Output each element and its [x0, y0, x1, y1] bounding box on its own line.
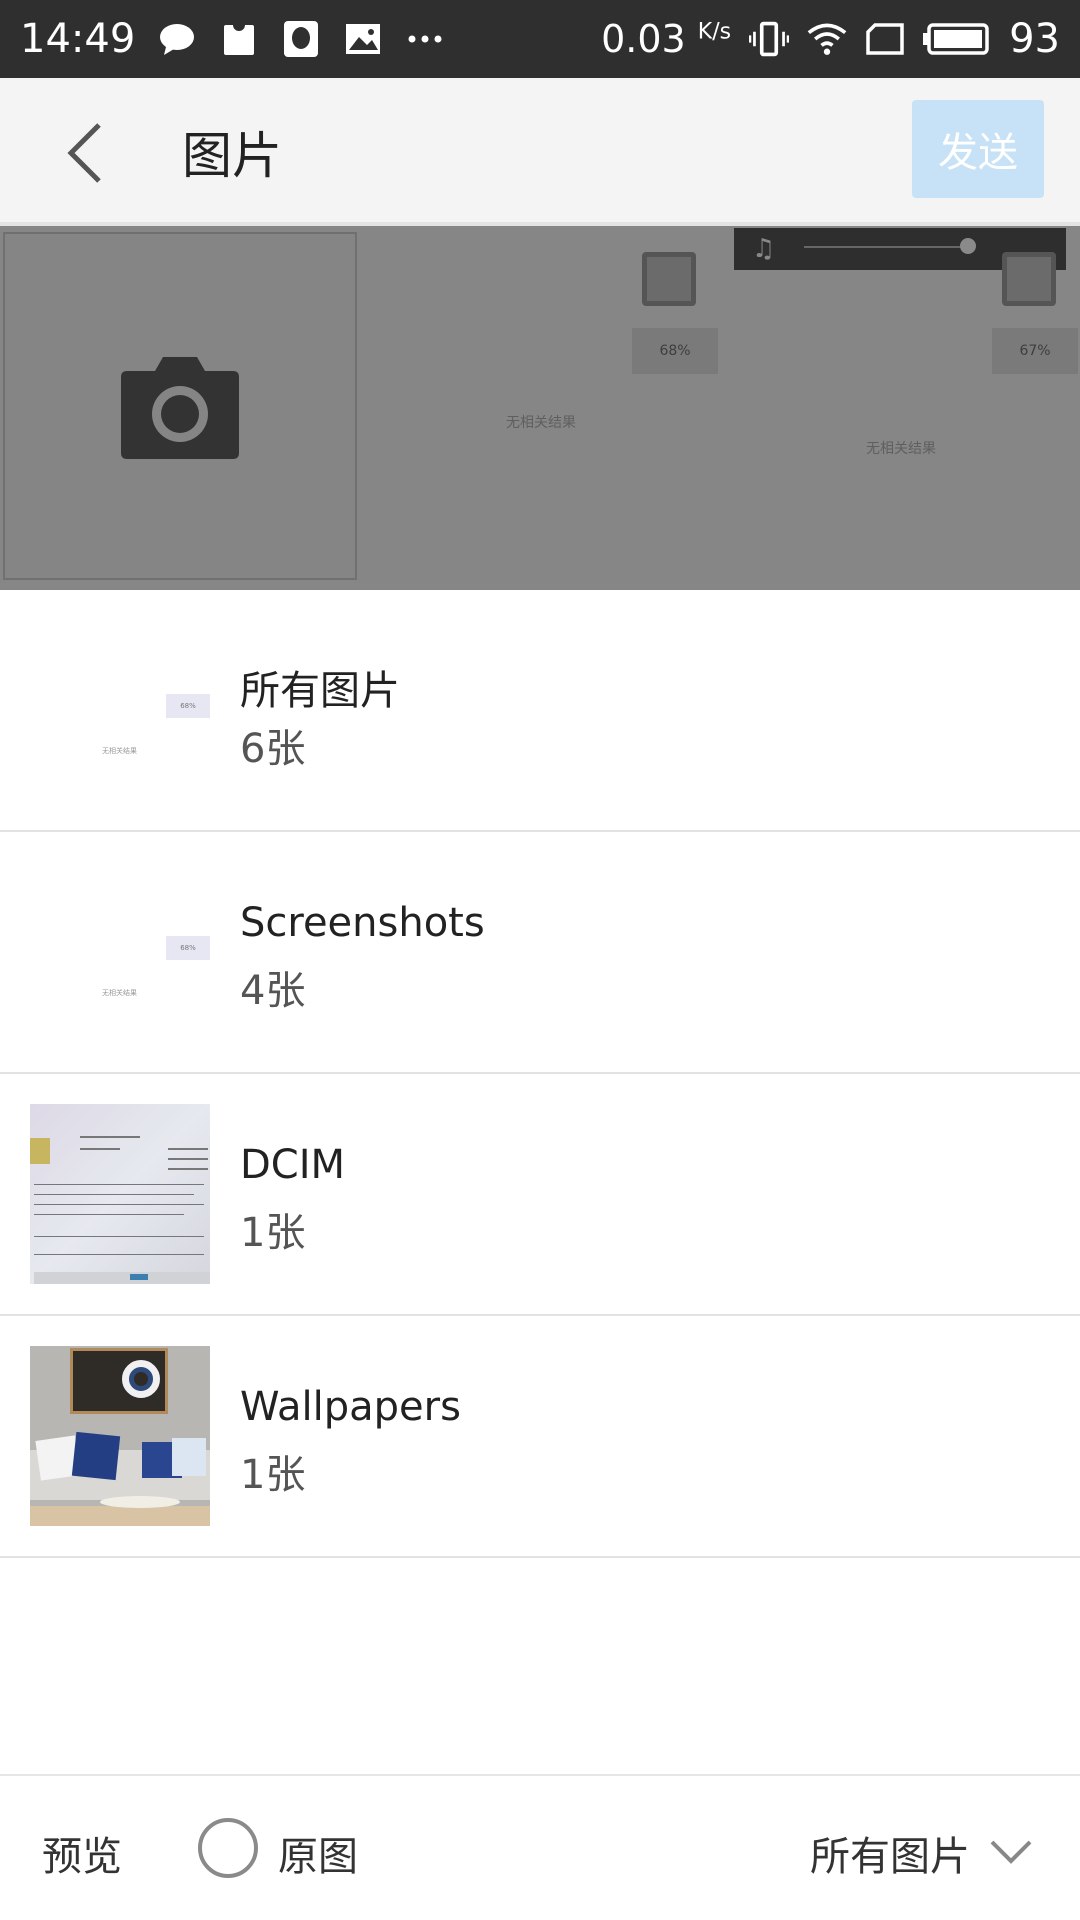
select-checkbox[interactable] [1002, 252, 1056, 306]
chevron-left-icon [67, 123, 101, 183]
camera-icon [121, 357, 239, 459]
send-button[interactable]: 发送 [912, 100, 1044, 198]
album-thumbnail: 68% 无相关结果 [30, 620, 210, 800]
wifi-icon [807, 19, 847, 59]
image-picker-screen: 14:49 0.03 K/s 93 图片 发送 68% 无相关结果 ♫ 67% … [0, 0, 1080, 1920]
album-name: Wallpapers [240, 1384, 461, 1430]
album-name: DCIM [240, 1142, 346, 1188]
title-bar: 图片 发送 [0, 78, 1080, 226]
album-name: 所有图片 [240, 668, 400, 714]
music-progress-thumb [960, 238, 976, 254]
thumbnail-no-result: 无相关结果 [506, 415, 576, 431]
status-time: 14:49 [20, 16, 136, 62]
album-thumbnail: 68% 无相关结果 [30, 862, 210, 1042]
thumbnail-percent: 67% [992, 328, 1078, 374]
chat-bubble-icon [157, 19, 197, 59]
camera-tile[interactable] [3, 232, 357, 580]
gallery-thumbnail[interactable]: ♫ 67% 无相关结果 [720, 226, 1080, 590]
select-checkbox[interactable] [642, 252, 696, 306]
net-speed-unit: K/s [697, 19, 732, 45]
original-image-label[interactable]: 原图 [278, 1824, 358, 1882]
music-note-icon: ♫ [752, 234, 776, 264]
status-bar: 14:49 0.03 K/s 93 [0, 0, 1080, 78]
music-progress-track [804, 246, 964, 248]
album-selector[interactable]: 所有图片 [810, 1824, 970, 1882]
vibrate-icon [749, 19, 790, 59]
album-name: Screenshots [240, 900, 485, 946]
album-count: 6张 [240, 726, 306, 772]
net-speed: 0.03 K/s [601, 17, 731, 61]
album-item-screenshots[interactable]: 68% 无相关结果 Screenshots 4张 [0, 832, 1080, 1074]
bottom-bar: 预览 原图 所有图片 [0, 1774, 1080, 1920]
chevron-down-icon[interactable] [988, 1828, 1034, 1874]
album-count: 1张 [240, 1210, 306, 1256]
album-item-wallpapers[interactable]: Wallpapers 1张 [0, 1316, 1080, 1558]
album-thumbnail-text: 无相关结果 [102, 989, 137, 997]
page-title: 图片 [182, 127, 282, 185]
net-speed-value: 0.03 [601, 17, 686, 61]
sim-icon [865, 19, 905, 59]
more-dots-icon [405, 19, 445, 59]
recent-images-strip: 68% 无相关结果 ♫ 67% 无相关结果 [0, 226, 1080, 590]
album-thumbnail [30, 1346, 210, 1526]
preview-button[interactable]: 预览 [42, 1824, 122, 1882]
battery-icon [923, 19, 991, 59]
thumbnail-percent: 68% [632, 328, 718, 374]
album-thumbnail-percent: 68% [166, 694, 210, 718]
thumbnail-no-result: 无相关结果 [866, 441, 936, 457]
back-button[interactable] [50, 118, 120, 188]
album-count: 1张 [240, 1452, 306, 1498]
album-thumbnail-text: 无相关结果 [102, 747, 137, 755]
original-image-radio[interactable] [198, 1818, 258, 1878]
image-icon [343, 19, 383, 59]
album-thumbnail [30, 1104, 210, 1284]
battery-level: 93 [1009, 16, 1060, 62]
album-item-all[interactable]: 68% 无相关结果 所有图片 6张 [0, 590, 1080, 832]
album-count: 4张 [240, 968, 306, 1014]
gallery-thumbnail[interactable]: 68% 无相关结果 [360, 226, 720, 590]
shirt-icon [219, 19, 259, 59]
qq-icon [281, 19, 321, 59]
album-item-dcim[interactable]: DCIM 1张 [0, 1074, 1080, 1316]
album-thumbnail-percent: 68% [166, 936, 210, 960]
album-list: 68% 无相关结果 所有图片 6张 68% 无相关结果 Screenshots … [0, 590, 1080, 1558]
